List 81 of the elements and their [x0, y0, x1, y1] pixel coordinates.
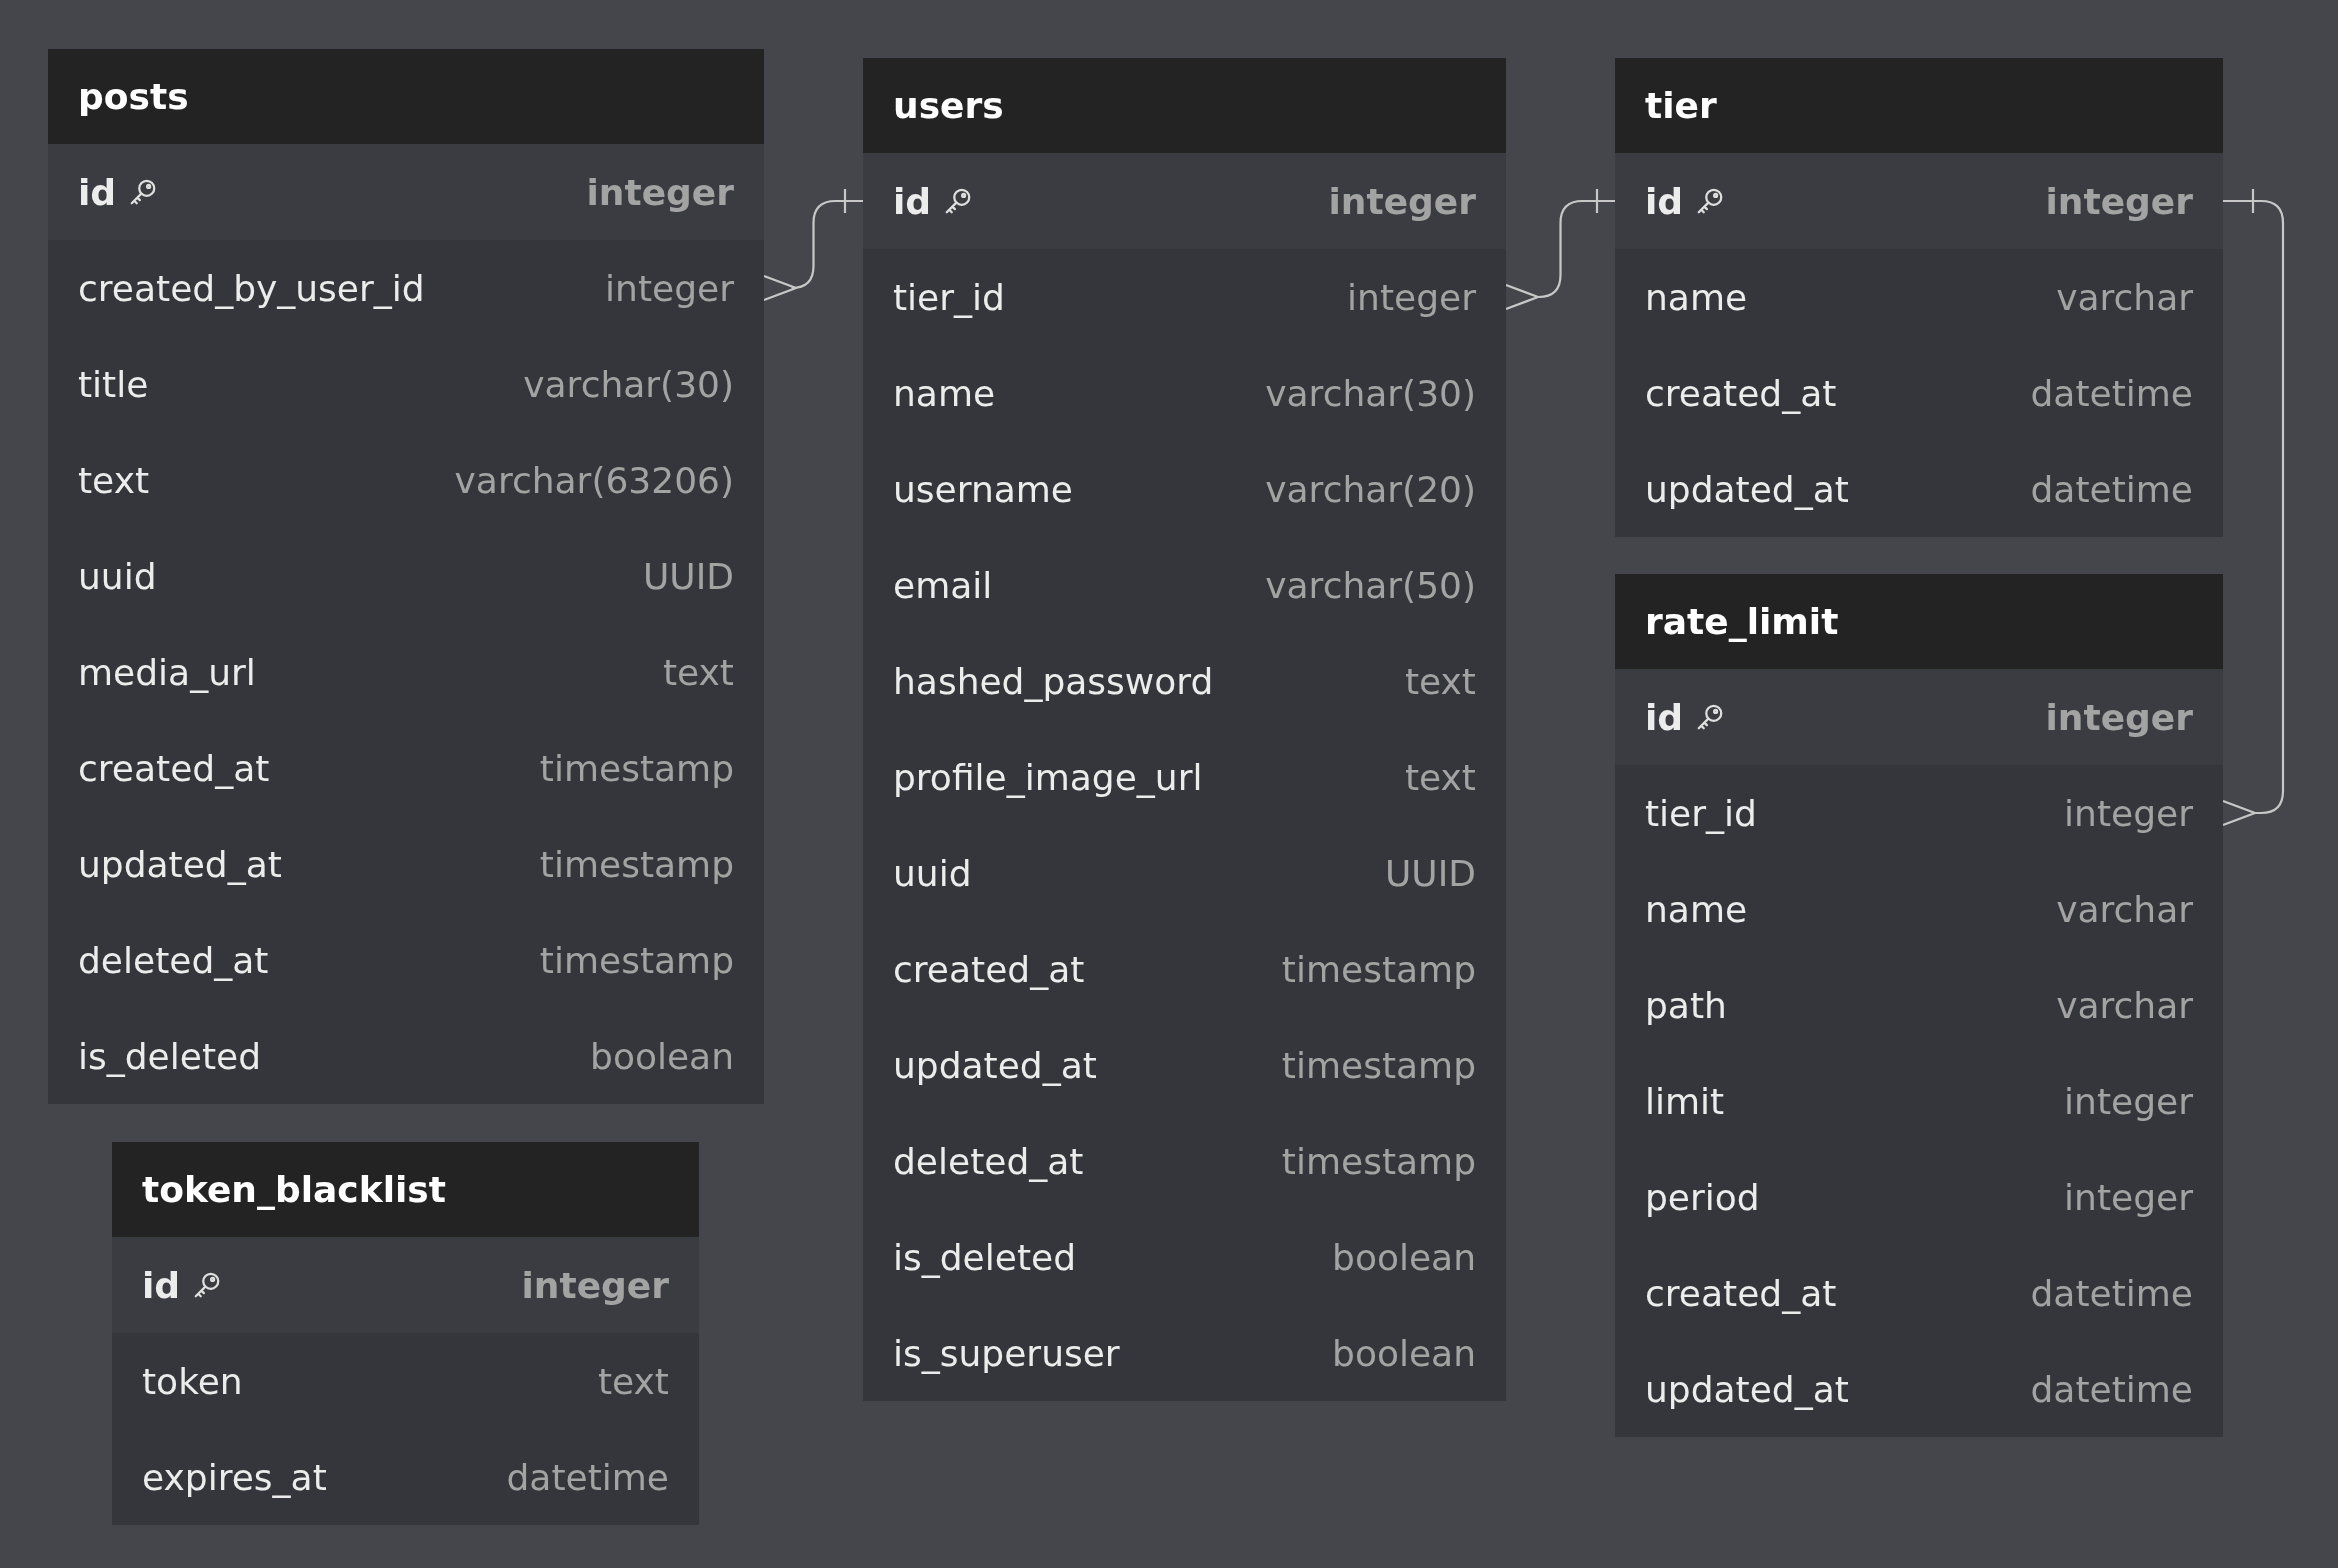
column-name: created_at — [893, 948, 1085, 990]
column-type: boolean — [590, 1035, 734, 1077]
column-name: uuid — [893, 852, 972, 894]
column-name: updated_at — [1645, 468, 1849, 510]
column-type: datetime — [506, 1456, 669, 1498]
column-type: integer — [521, 1264, 669, 1306]
column-name: tier_id — [893, 276, 1005, 318]
column-name: id — [893, 180, 932, 222]
column-name: created_at — [78, 747, 270, 789]
column-name: created_at — [1645, 1272, 1837, 1314]
column-name: tier_id — [1645, 792, 1757, 834]
column-name: hashed_password — [893, 660, 1214, 702]
column-name: title — [78, 363, 149, 405]
column-name: path — [1645, 984, 1727, 1026]
column-type: integer — [2064, 792, 2193, 834]
column-name: media_url — [78, 651, 256, 693]
column-type: datetime — [2030, 1368, 2193, 1410]
column-type: boolean — [1332, 1236, 1476, 1278]
column-type: integer — [2064, 1080, 2193, 1122]
column-type: integer — [1328, 180, 1476, 222]
column-type: varchar(30) — [523, 363, 734, 405]
table-title: rate_limit — [1615, 574, 2223, 669]
column-type: UUID — [1384, 852, 1476, 894]
column-type: datetime — [2030, 1272, 2193, 1314]
column-type: integer — [586, 171, 734, 213]
column-type: UUID — [642, 555, 734, 597]
column-name: is_superuser — [893, 1332, 1120, 1374]
column-name: id — [1645, 180, 1684, 222]
column-name: id — [78, 171, 117, 213]
column-name: token — [142, 1360, 243, 1402]
column-type: timestamp — [1281, 1044, 1476, 1086]
column-type: timestamp — [1281, 948, 1476, 990]
column-name: deleted_at — [893, 1140, 1084, 1182]
column-name: updated_at — [78, 843, 282, 885]
column-name: id — [1645, 696, 1684, 738]
column-type: varchar — [2056, 888, 2193, 930]
column-name: limit — [1645, 1080, 1725, 1122]
table-title: users — [863, 58, 1506, 153]
column-name: uuid — [78, 555, 157, 597]
column-type: text — [597, 1360, 669, 1402]
column-name: id — [142, 1264, 181, 1306]
column-name: period — [1645, 1176, 1760, 1218]
column-type: varchar(20) — [1265, 468, 1476, 510]
column-type: boolean — [1332, 1332, 1476, 1374]
column-type: varchar(30) — [1265, 372, 1476, 414]
column-type: timestamp — [539, 843, 734, 885]
column-name: deleted_at — [78, 939, 269, 981]
column-name: name — [893, 372, 996, 414]
column-name: is_deleted — [78, 1035, 262, 1077]
column-name: expires_at — [142, 1456, 327, 1498]
column-type: datetime — [2030, 372, 2193, 414]
column-type: text — [662, 651, 734, 693]
column-type: timestamp — [539, 747, 734, 789]
column-type: text — [1404, 756, 1476, 798]
column-type: timestamp — [539, 939, 734, 981]
column-name: profile_image_url — [893, 756, 1203, 798]
column-type: timestamp — [1281, 1140, 1476, 1182]
column-name: name — [1645, 276, 1748, 318]
column-name: created_at — [1645, 372, 1837, 414]
column-name: updated_at — [893, 1044, 1097, 1086]
column-type: text — [1404, 660, 1476, 702]
column-name: updated_at — [1645, 1368, 1849, 1410]
column-name: name — [1645, 888, 1748, 930]
column-name: username — [893, 468, 1073, 510]
table-title: tier — [1615, 58, 2223, 153]
column-type: integer — [2045, 696, 2193, 738]
column-type: varchar(63206) — [454, 459, 734, 501]
column-type: datetime — [2030, 468, 2193, 510]
column-name: text — [78, 459, 150, 501]
column-name: created_by_user_id — [78, 267, 425, 309]
column-type: integer — [605, 267, 734, 309]
column-type: varchar — [2056, 984, 2193, 1026]
column-type: varchar(50) — [1265, 564, 1476, 606]
column-name: is_deleted — [893, 1236, 1077, 1278]
column-type: integer — [2045, 180, 2193, 222]
table-title: token_blacklist — [112, 1142, 699, 1237]
table-title: posts — [48, 49, 764, 144]
column-type: integer — [1347, 276, 1476, 318]
column-type: integer — [2064, 1176, 2193, 1218]
column-type: varchar — [2056, 276, 2193, 318]
column-name: email — [893, 564, 993, 606]
